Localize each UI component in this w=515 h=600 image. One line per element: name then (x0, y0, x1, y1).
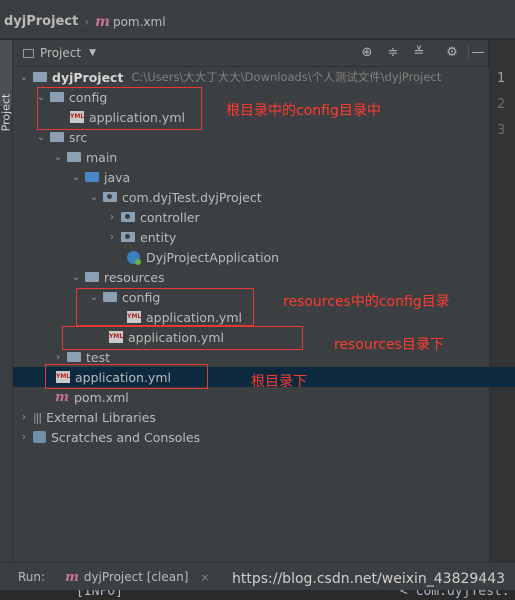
maven-icon: m (95, 13, 110, 30)
tree-row-external-libraries[interactable]: › ||| External Libraries (13, 407, 495, 427)
chevron-right-icon[interactable]: › (19, 432, 29, 443)
chevron-right-icon[interactable]: › (19, 412, 29, 423)
tree-item-label: com.dyjTest.dyjProject (122, 189, 262, 205)
locate-crosshair-icon[interactable]: ⊕ (358, 44, 376, 62)
project-view-selector[interactable]: Project (40, 46, 81, 60)
chevron-down-icon[interactable]: ▼ (89, 48, 96, 58)
collapse-all-icon[interactable]: ≚ (410, 44, 428, 62)
project-tool-tab-label: Project (0, 93, 13, 132)
tree-item-label: Scratches and Consoles (51, 429, 201, 445)
tree-row-main[interactable]: ⌄ main (13, 147, 515, 167)
tree-item-label: dyjProject (52, 69, 124, 85)
annotation-root-config: 根目录中的config目录中 (226, 103, 381, 119)
folder-icon (33, 72, 47, 82)
run-tab-label: dyjProject [clean] (83, 570, 189, 584)
tree-item-label: DyjProjectApplication (146, 249, 280, 265)
hide-panel-icon[interactable]: — (469, 44, 487, 62)
chevron-down-icon[interactable]: ⌄ (89, 192, 99, 203)
console-line-left: [INFO] (76, 590, 123, 599)
tree-row-project-root[interactable]: ⌄ dyjProject C:\Users\大大丁大大\Downloads\个人… (13, 67, 495, 87)
source-folder-icon (85, 172, 99, 182)
tree-item-label: src (69, 129, 88, 145)
scratches-icon (33, 431, 46, 443)
tree-row-src[interactable]: ⌄ src (13, 127, 512, 147)
package-icon (121, 232, 135, 242)
close-icon[interactable]: × (200, 571, 209, 584)
package-icon (121, 212, 135, 222)
console-output: [INFO] < com.dyjTest: (0, 590, 515, 600)
tree-row-controller[interactable]: › controller (13, 207, 515, 227)
breadcrumb-file[interactable]: pom.xml (113, 15, 166, 29)
chevron-down-icon[interactable]: ⌄ (71, 172, 81, 183)
chevron-down-icon[interactable]: ⌄ (19, 72, 29, 83)
breadcrumb-project[interactable]: dyjProject (4, 14, 78, 29)
folder-icon (67, 152, 81, 162)
chevron-down-icon[interactable]: ⌄ (36, 132, 46, 143)
tree-row-java[interactable]: ⌄ java (13, 167, 515, 187)
chevron-right-icon[interactable]: › (107, 212, 117, 223)
chevron-right-icon[interactable]: › (53, 352, 63, 363)
annotation-resources-config: resources中的config目录 (283, 294, 450, 310)
tree-item-label: resources (104, 269, 165, 285)
tree-row-application-class[interactable]: DyjProjectApplication (13, 247, 515, 267)
tree-item-label: java (104, 169, 131, 185)
annotation-resources-dir: resources目录下 (334, 337, 444, 353)
chevron-right-icon[interactable]: › (107, 232, 117, 243)
maven-icon: m (65, 569, 79, 585)
tree-item-label: pom.xml (74, 389, 129, 405)
tree-item-label: entity (140, 229, 177, 245)
project-path: C:\Users\大大丁大大\Downloads\个人测试文件\dyjProje… (131, 70, 442, 84)
console-line-right: < com.dyjTest: (400, 590, 510, 599)
package-icon (103, 192, 117, 202)
annotation-box (45, 364, 208, 389)
annotation-box (76, 288, 254, 326)
tree-row-package[interactable]: ⌄ com.dyjTest.dyjProject (13, 187, 515, 207)
breadcrumb: dyjProject › m pom.xml (0, 5, 515, 39)
line-number: 1 (497, 71, 506, 86)
chevron-down-icon[interactable]: ⌄ (71, 272, 81, 283)
folder-icon (67, 352, 81, 362)
library-icon: ||| (33, 410, 42, 424)
run-label: Run: (18, 570, 46, 584)
spring-boot-class-icon (127, 250, 141, 265)
chevron-down-icon[interactable]: ⌄ (53, 152, 63, 163)
tree-item-label: test (86, 349, 111, 365)
resources-folder-icon (85, 272, 99, 282)
tree-item-label: main (86, 149, 118, 165)
project-tool-tab[interactable]: Project (0, 40, 13, 131)
run-tab[interactable]: m dyjProject [clean] × (65, 570, 210, 585)
tree-row-resources[interactable]: ⌄ resources (13, 267, 515, 287)
tree-row-entity[interactable]: › entity (13, 227, 515, 247)
expand-all-icon[interactable]: ≑ (384, 44, 402, 62)
annotation-root-dir: 根目录下 (251, 374, 307, 390)
tree-item-label: controller (140, 209, 200, 225)
watermark: https://blog.csdn.net/weixin_43829443 (232, 571, 506, 587)
tree-row-scratches[interactable]: › Scratches and Consoles (13, 427, 495, 447)
tree-item-label: External Libraries (46, 409, 156, 425)
folder-icon (50, 132, 64, 142)
gear-icon[interactable]: ⚙ (443, 44, 461, 62)
maven-icon: m (55, 389, 69, 405)
annotation-box (62, 326, 303, 350)
breadcrumb-separator-icon: › (84, 14, 90, 29)
annotation-box (37, 87, 202, 130)
project-view-icon (23, 48, 34, 58)
